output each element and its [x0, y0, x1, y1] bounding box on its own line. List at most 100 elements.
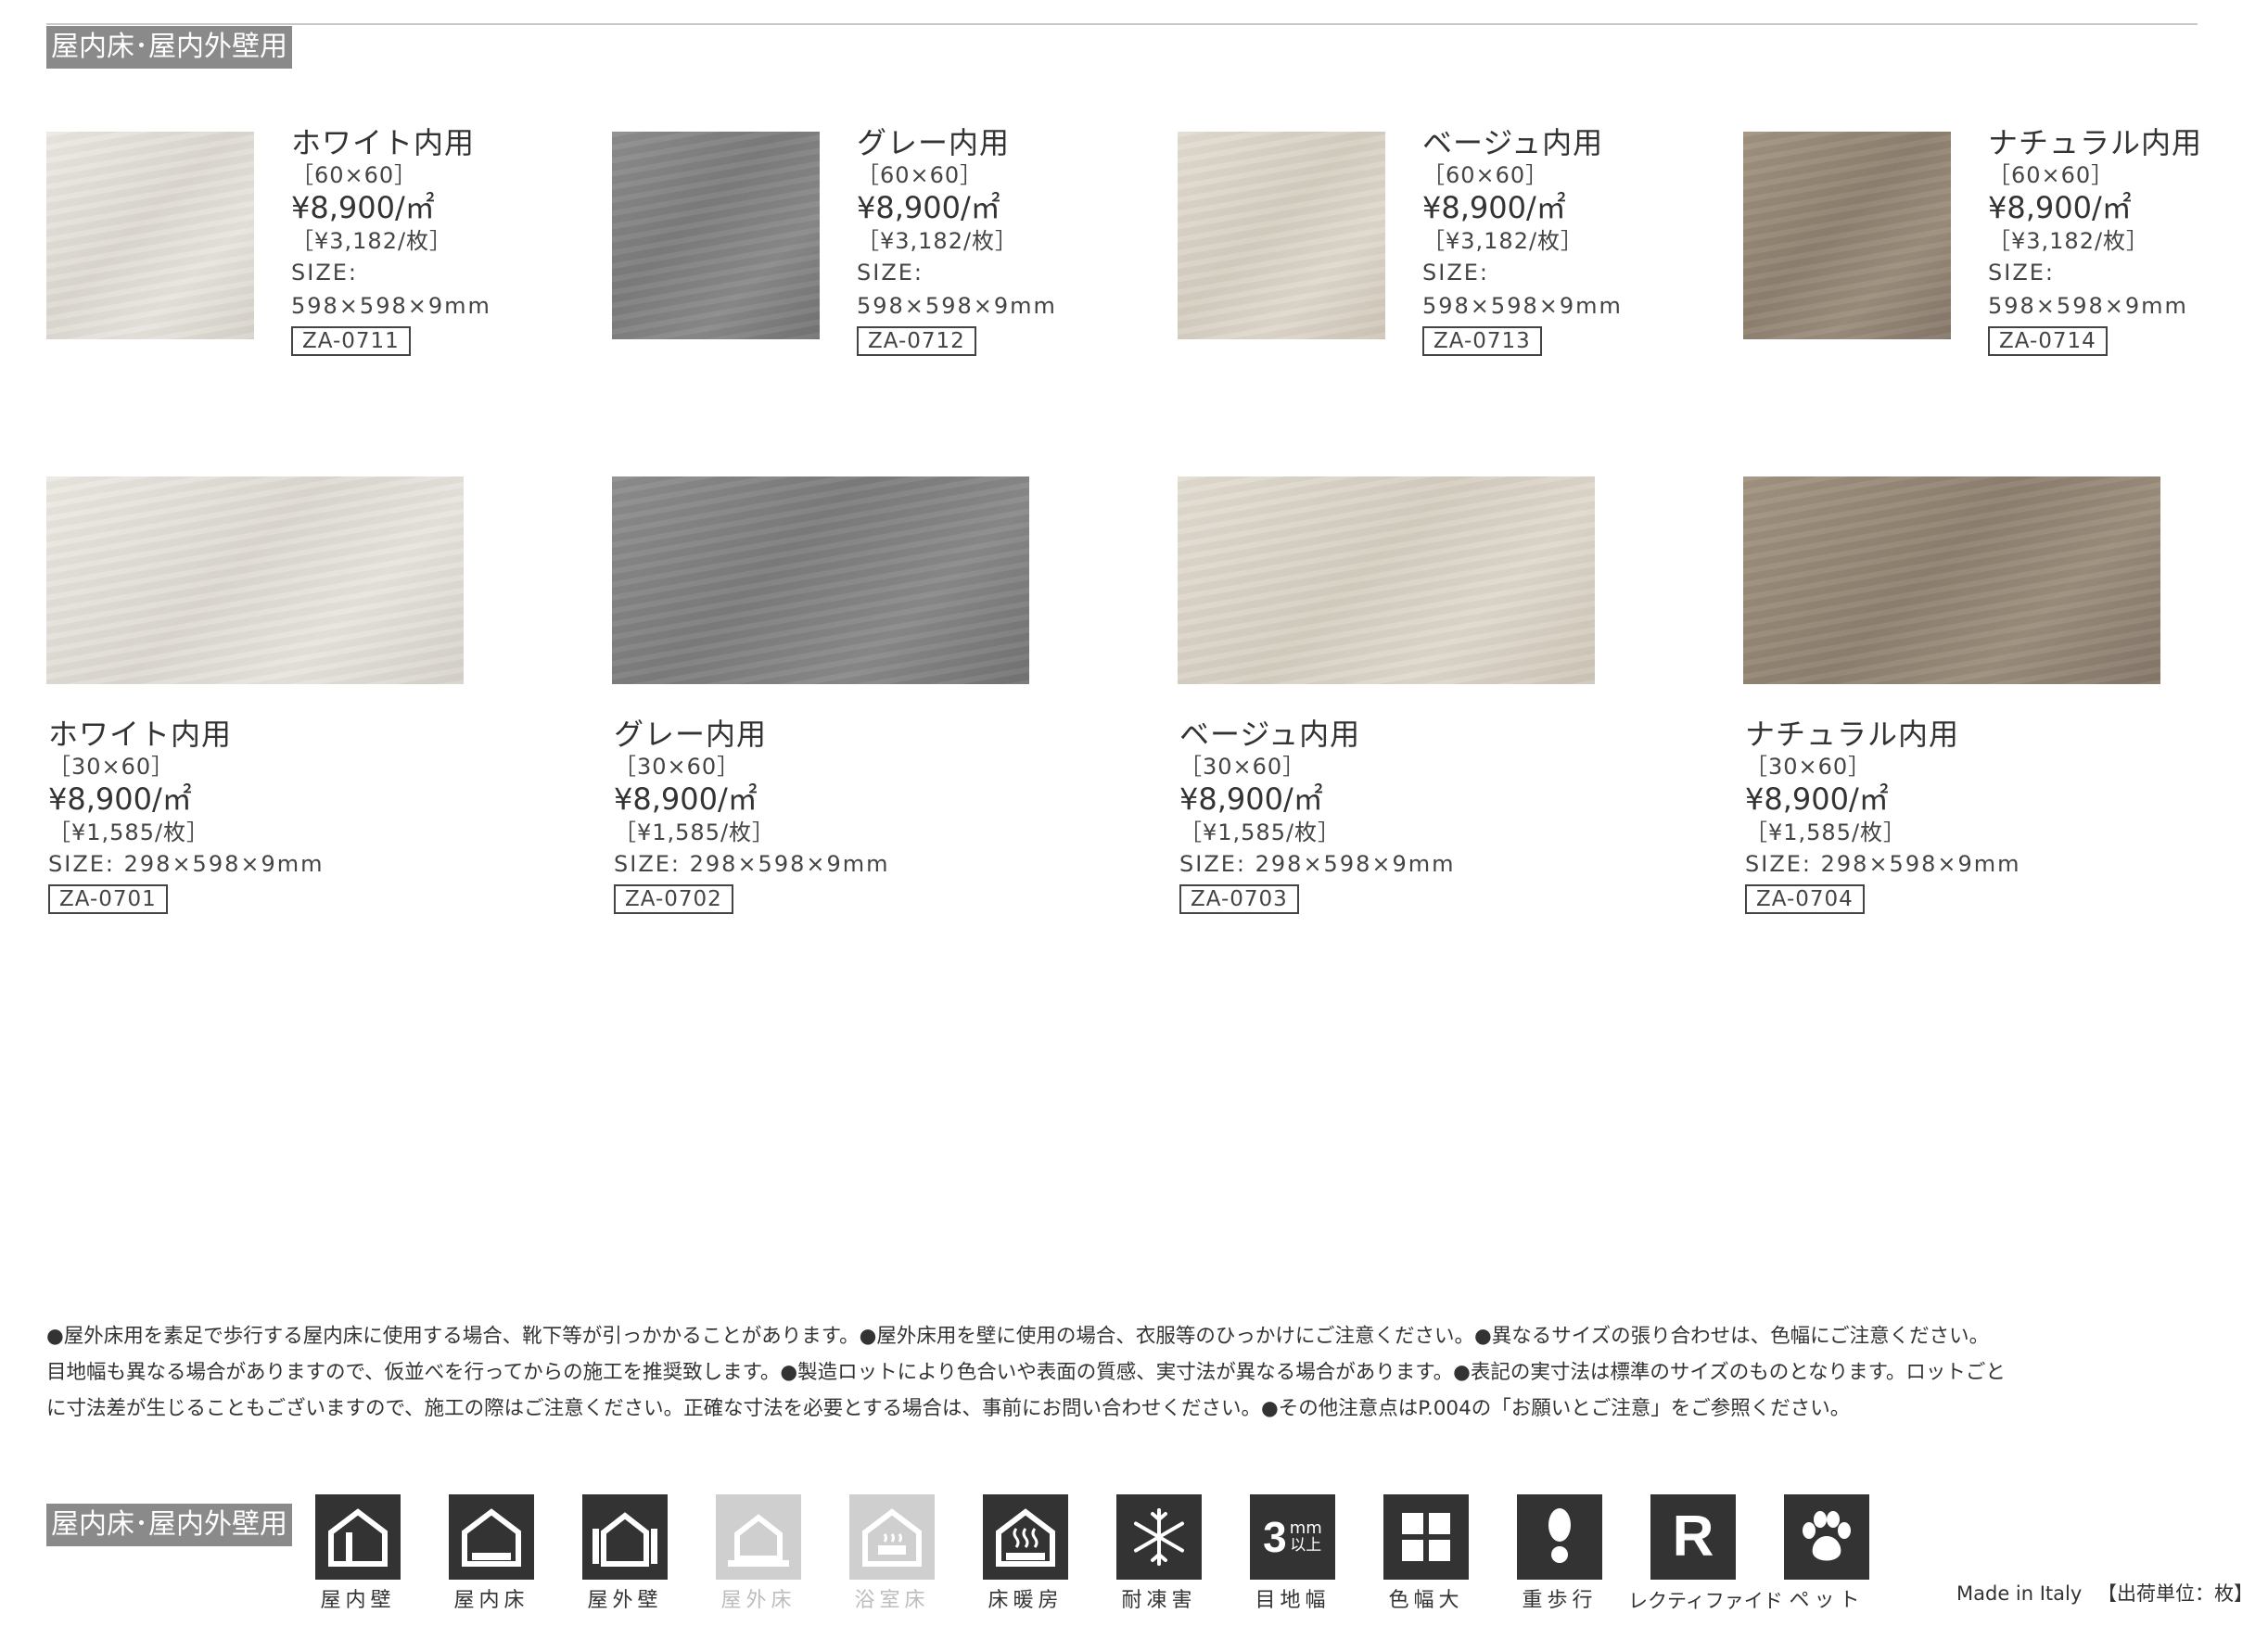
- product-size: SIZE: 298×598×9mm: [1745, 851, 2021, 877]
- tile-swatch-grey-60: [612, 132, 820, 339]
- product-name: ホワイト内用: [48, 717, 233, 752]
- joint-width-unit-group: mm 以上: [1289, 1518, 1322, 1555]
- product-code: ZA-0702: [614, 884, 733, 914]
- footer: Made in Italy 【出荷単位：枚】: [1956, 1580, 2253, 1607]
- usage-icon-cell: 屋外壁: [560, 1494, 690, 1617]
- product-code: ZA-0712: [857, 326, 976, 356]
- product-size-label: SIZE:: [1422, 260, 1490, 286]
- usage-icon-cell: 耐凍害: [1094, 1494, 1224, 1617]
- usage-icon-label: 耐凍害: [1121, 1589, 1197, 1612]
- product-code: ZA-0703: [1179, 884, 1299, 914]
- joint-width-note: 以上: [1290, 1535, 1322, 1555]
- product-price: ¥8,900/㎡: [614, 781, 758, 817]
- product-info-grey-30: グレー内用 ［30×60］ ¥8,900/㎡ ［¥1,585/枚］ SIZE: …: [614, 716, 890, 914]
- frost-resistance-icon: [1116, 1494, 1202, 1580]
- caution-note-line: ●屋外床用を素足で歩行する屋内床に使用する場合、靴下等が引っかかることがあります…: [46, 1325, 1990, 1348]
- product-price-per-piece: ［¥1,585/枚］: [614, 819, 776, 845]
- product-size: 598×598×9mm: [291, 293, 491, 319]
- usage-icon-cell: ペット: [1762, 1494, 1892, 1617]
- outdoor-wall-icon: [582, 1494, 668, 1580]
- product-size-label: SIZE:: [1988, 260, 2056, 286]
- product-price: ¥8,900/㎡: [48, 781, 192, 817]
- product-price-per-piece: ［¥3,182/枚］: [1988, 228, 2150, 254]
- product-name: ナチュラル内用: [1988, 125, 2203, 160]
- floor-heating-icon: [983, 1494, 1068, 1580]
- product-size: SIZE: 298×598×9mm: [48, 851, 325, 877]
- top-rule: [46, 23, 2198, 25]
- tile-swatch-white-60: [46, 132, 254, 339]
- usage-icon-cell: 浴室床: [827, 1494, 957, 1617]
- usage-icon-label: 屋内床: [453, 1589, 529, 1612]
- product-price: ¥8,900/㎡: [857, 190, 1000, 225]
- product-dimension: ［60×60］: [291, 162, 418, 188]
- heavy-traffic-icon: [1517, 1494, 1602, 1580]
- product-price: ¥8,900/㎡: [1179, 781, 1323, 817]
- joint-width-unit: mm: [1289, 1518, 1322, 1538]
- tile-swatch-natural-60: [1743, 132, 1951, 339]
- usage-icon-label: 色幅大: [1388, 1589, 1464, 1612]
- usage-icon-label: 屋外床: [720, 1589, 796, 1612]
- product-price: ¥8,900/㎡: [1988, 190, 2132, 225]
- usage-icon-cell: 屋内壁: [293, 1494, 423, 1617]
- rectified-letter: R: [1672, 1505, 1714, 1569]
- category-tag-bottom: 屋内床･屋内外壁用: [46, 1504, 292, 1546]
- product-dimension: ［30×60］: [48, 754, 175, 780]
- usage-icon-label: 浴室床: [854, 1589, 930, 1612]
- product-code: ZA-0713: [1422, 326, 1542, 356]
- usage-icon-cell: 床暖房: [961, 1494, 1090, 1617]
- indoor-wall-icon: [315, 1494, 401, 1580]
- rectified-icon: R: [1650, 1494, 1736, 1580]
- product-info-beige-60: ベージュ内用 ［60×60］ ¥8,900/㎡ ［¥3,182/枚］ SIZE:…: [1422, 124, 1623, 356]
- product-info-grey-60: グレー内用 ［60×60］ ¥8,900/㎡ ［¥3,182/枚］ SIZE: …: [857, 124, 1057, 356]
- product-code: ZA-0701: [48, 884, 168, 914]
- product-name: ホワイト内用: [291, 125, 476, 160]
- product-name: グレー内用: [857, 125, 1011, 160]
- caution-note-line: 目地幅も異なる場合がありますので、仮並べを行ってからの施工を推奨致します。●製造…: [46, 1361, 2006, 1384]
- product-price-per-piece: ［¥1,585/枚］: [1745, 819, 1907, 845]
- usage-icon-label: レクティファイド: [1628, 1590, 1783, 1612]
- product-info-beige-30: ベージュ内用 ［30×60］ ¥8,900/㎡ ［¥1,585/枚］ SIZE:…: [1179, 716, 1456, 914]
- pet-icon: [1784, 1494, 1869, 1580]
- usage-icon-label: 重歩行: [1522, 1589, 1598, 1612]
- product-dimension: ［30×60］: [1745, 754, 1872, 780]
- joint-width-icon: 3 mm 以上: [1250, 1494, 1335, 1580]
- category-tag: 屋内床･屋内外壁用: [46, 26, 292, 69]
- product-dimension: ［30×60］: [614, 754, 741, 780]
- usage-icon-label: 屋外壁: [587, 1589, 663, 1612]
- indoor-floor-icon: [449, 1494, 534, 1580]
- product-dimension: ［60×60］: [1988, 162, 2115, 188]
- usage-icon-cell: 3 mm 以上 目地幅: [1228, 1494, 1357, 1617]
- product-size: 598×598×9mm: [1988, 293, 2188, 319]
- usage-icon-label: 屋内壁: [320, 1589, 396, 1612]
- product-price-per-piece: ［¥3,182/枚］: [291, 228, 453, 254]
- product-price-per-piece: ［¥3,182/枚］: [857, 228, 1019, 254]
- tile-swatch-grey-30: [612, 476, 1029, 684]
- usage-icon-label: ペット: [1789, 1589, 1865, 1612]
- product-price: ¥8,900/㎡: [1422, 190, 1566, 225]
- usage-icon-cell: 屋内床: [427, 1494, 556, 1617]
- product-dimension: ［30×60］: [1179, 754, 1306, 780]
- bathroom-floor-icon: [849, 1494, 935, 1580]
- tile-swatch-beige-30: [1178, 476, 1595, 684]
- tile-swatch-natural-30: [1743, 476, 2160, 684]
- product-info-white-30: ホワイト内用 ［30×60］ ¥8,900/㎡ ［¥1,585/枚］ SIZE:…: [48, 716, 325, 914]
- joint-width-number: 3: [1263, 1513, 1287, 1561]
- product-dimension: ［60×60］: [1422, 162, 1549, 188]
- usage-icon-cell: 重歩行: [1495, 1494, 1625, 1617]
- product-name: ナチュラル内用: [1745, 717, 1960, 752]
- usage-icon-cell: 屋外床: [694, 1494, 823, 1617]
- usage-icon-cell: R レクティファイド: [1628, 1494, 1783, 1617]
- product-name: ベージュ内用: [1422, 125, 1604, 160]
- product-size: SIZE: 298×598×9mm: [1179, 851, 1456, 877]
- usage-icon-label: 床暖房: [987, 1589, 1064, 1612]
- product-info-natural-60: ナチュラル内用 ［60×60］ ¥8,900/㎡ ［¥3,182/枚］ SIZE…: [1988, 124, 2202, 356]
- product-name: ベージュ内用: [1179, 717, 1361, 752]
- caution-notes: ●屋外床用を素足で歩行する屋内床に使用する場合、靴下等が引っかかることがあります…: [46, 1318, 2216, 1427]
- product-price-per-piece: ［¥3,182/枚］: [1422, 228, 1585, 254]
- product-price: ¥8,900/㎡: [291, 190, 435, 225]
- product-info-white-60: ホワイト内用 ［60×60］ ¥8,900/㎡ ［¥3,182/枚］ SIZE:…: [291, 124, 491, 356]
- usage-icon-cell: 色幅大: [1361, 1494, 1491, 1617]
- product-size: 598×598×9mm: [857, 293, 1057, 319]
- tile-swatch-white-30: [46, 476, 464, 684]
- product-dimension: ［60×60］: [857, 162, 984, 188]
